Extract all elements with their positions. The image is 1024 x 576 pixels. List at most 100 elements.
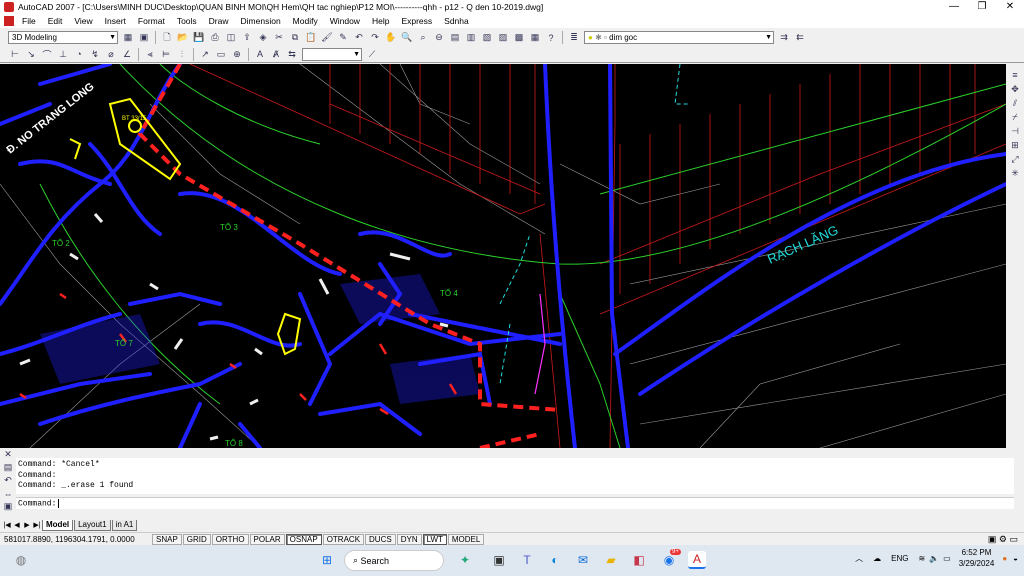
3d-dwf-icon[interactable]: ◈ (256, 31, 270, 44)
ortho-toggle[interactable]: ORTHO (211, 533, 249, 545)
tab-in-a1[interactable]: in A1 (111, 519, 138, 531)
move-icon[interactable]: ✥ (1008, 83, 1022, 95)
plot-preview-icon[interactable]: ◫ (224, 31, 238, 44)
otrack-toggle[interactable]: OTRACK (322, 533, 365, 545)
snap-toggle[interactable]: SNAP (152, 533, 182, 545)
save-workspace-icon[interactable]: ▣ (137, 31, 151, 44)
make-layer-current-icon[interactable]: ⇉ (777, 31, 791, 44)
aligned-dimension-icon[interactable]: ↘ (24, 48, 38, 61)
lwt-toggle[interactable]: LWT (422, 533, 447, 545)
cloud-icon[interactable]: ☁ (873, 554, 881, 563)
restore-button[interactable]: ❐ (968, 0, 996, 14)
dimension-edit-icon[interactable]: A (253, 48, 267, 61)
next-tab-icon[interactable]: ▶ (22, 521, 32, 529)
dimension-text-edit-icon[interactable]: Ⱥ (269, 48, 283, 61)
model-toggle[interactable]: MODEL (447, 533, 485, 545)
properties-side-icon[interactable]: ▤ (2, 462, 14, 473)
menu-format[interactable]: Format (132, 16, 171, 26)
document-icon[interactable] (4, 16, 14, 26)
angular-icon[interactable]: ∠ (120, 48, 134, 61)
zoom-realtime-icon[interactable]: 🔍 (400, 31, 414, 44)
sheet-set-icon[interactable]: ▨ (496, 31, 510, 44)
properties-icon[interactable]: ▤ (448, 31, 462, 44)
dimension-style-select[interactable]: ▼ (302, 47, 362, 61)
menu-draw[interactable]: Draw (203, 16, 235, 26)
close-button[interactable]: ✕ (996, 0, 1024, 14)
redo-icon[interactable]: ↷ (368, 31, 382, 44)
paste-icon[interactable]: 📋 (304, 31, 318, 44)
block-icon[interactable]: ▣ (2, 501, 14, 512)
copy-icon[interactable]: ⧉ (288, 31, 302, 44)
open-file-icon[interactable]: 📂 (176, 31, 190, 44)
explode-icon[interactable]: ✳ (1008, 167, 1022, 179)
offset-icon[interactable]: ⫽ (1008, 97, 1022, 109)
copilot-icon[interactable]: ✦ (456, 551, 474, 569)
jogged-icon[interactable]: ↯ (88, 48, 102, 61)
save-icon[interactable]: 💾 (192, 31, 206, 44)
block-editor-icon[interactable]: ✎ (336, 31, 350, 44)
last-tab-icon[interactable]: ▶| (32, 521, 42, 529)
taskbar-search[interactable]: ⌕ Search (344, 550, 444, 571)
mail-icon[interactable]: ✉ (574, 551, 592, 569)
continue-icon[interactable]: ⫶ (175, 48, 189, 61)
pan-icon[interactable]: ✋ (384, 31, 398, 44)
design-center-icon[interactable]: ▥ (464, 31, 478, 44)
cut-icon[interactable]: ✂ (272, 31, 286, 44)
grip-icon[interactable]: ✕ (2, 449, 14, 460)
command-input[interactable]: Command: (16, 497, 1014, 509)
baseline-icon[interactable]: ⊨ (159, 48, 173, 61)
array-icon[interactable]: ⊞ (1008, 139, 1022, 151)
markup-icon[interactable]: ▩ (512, 31, 526, 44)
menu-insert[interactable]: Insert (99, 16, 132, 26)
dyn-toggle[interactable]: DYN (396, 533, 422, 545)
powerpoint-icon[interactable]: ◧ (630, 551, 648, 569)
menu-tools[interactable]: Tools (171, 16, 203, 26)
tray-chevron-icon[interactable]: ︿ (855, 553, 863, 564)
teams-icon[interactable]: T (518, 551, 536, 569)
workspace-select[interactable]: 3D Modeling ▼ (8, 31, 118, 44)
diameter-icon[interactable]: ⌀ (104, 48, 118, 61)
publish-icon[interactable]: ⇪ (240, 31, 254, 44)
layer-tools-icon[interactable]: ≡ (1008, 69, 1022, 81)
menu-view[interactable]: View (68, 16, 98, 26)
notification-icon[interactable]: ● (1002, 554, 1007, 563)
new-file-icon[interactable]: 🗋 (160, 31, 174, 44)
volume-icon[interactable]: 🔈 (929, 554, 939, 563)
prev-tab-icon[interactable]: ◀ (12, 521, 22, 529)
scale-icon[interactable]: ⤢ (1008, 153, 1022, 165)
osnap-toggle[interactable]: OSNAP (285, 533, 322, 545)
extend-icon[interactable]: ⊣ (1008, 125, 1022, 137)
help-icon[interactable]: ? (544, 31, 558, 44)
menu-sdnha[interactable]: Sdnha (438, 16, 475, 26)
menu-dimension[interactable]: Dimension (235, 16, 287, 26)
dimension-style-icon[interactable]: ⟋ (365, 48, 379, 61)
file-explorer-icon[interactable]: ▰ (602, 551, 620, 569)
polar-toggle[interactable]: POLAR (249, 533, 285, 545)
language-indicator[interactable]: ENG (891, 554, 908, 563)
tolerance-icon[interactable]: ▭ (214, 48, 228, 61)
edge-icon[interactable]: ◐ (546, 551, 564, 569)
widgets-icon[interactable]: ◍ (12, 551, 30, 569)
quick-dimension-icon[interactable]: ⫷ (143, 48, 157, 61)
autocad-taskbar-icon[interactable]: A (688, 551, 706, 569)
stretch-icon[interactable]: ⇔ (2, 488, 14, 499)
workspace-settings-icon[interactable]: ▦ (121, 31, 135, 44)
tab-layout1[interactable]: Layout1 (74, 519, 111, 531)
layer-select[interactable]: ● ✱ ▫ dim goc ▼ (584, 31, 774, 44)
menu-file[interactable]: File (16, 16, 42, 26)
autocad-app-icon[interactable] (4, 2, 14, 12)
zoom-previous-icon[interactable]: ⊖ (432, 31, 446, 44)
ducs-toggle[interactable]: DUCS (365, 533, 396, 545)
wifi-icon[interactable]: ≋ (918, 554, 925, 563)
layer-previous-icon[interactable]: ⇇ (793, 31, 807, 44)
center-mark-icon[interactable]: ⊕ (230, 48, 244, 61)
menu-modify[interactable]: Modify (287, 16, 324, 26)
task-view-icon[interactable]: ▣ (490, 551, 508, 569)
menu-express[interactable]: Express (395, 16, 438, 26)
tray-settings-icon[interactable]: ▣ ⚙ ▭ (988, 534, 1018, 545)
minimize-button[interactable]: — (940, 0, 968, 14)
start-icon[interactable]: ⊞ (318, 551, 336, 569)
first-tab-icon[interactable]: |◀ (2, 521, 12, 529)
calculator-icon[interactable]: ▦ (528, 31, 542, 44)
linear-dimension-icon[interactable]: ⊢ (8, 48, 22, 61)
